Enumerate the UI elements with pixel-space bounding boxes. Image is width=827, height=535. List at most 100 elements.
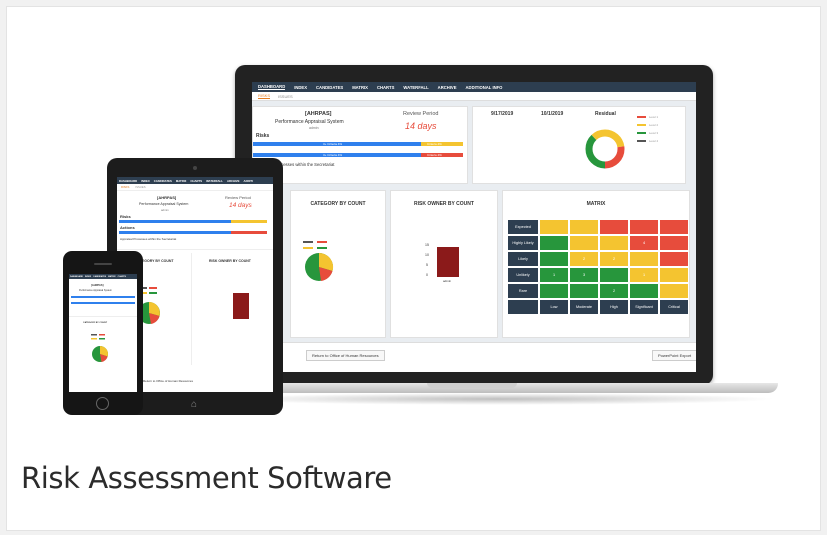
matrix-row-label: Likely	[507, 251, 539, 267]
tablet-risk-bar-b	[231, 220, 267, 223]
matrix-cell[interactable]	[629, 283, 659, 299]
tablet-tab-dashboard[interactable]: DASHBOARD	[119, 179, 137, 183]
matrix-cell[interactable]: 2	[599, 251, 629, 267]
tablet-subtab-issues[interactable]: ISSUES	[135, 185, 145, 189]
matrix-cell[interactable]: 1	[539, 267, 569, 283]
tab-index[interactable]: INDEX	[294, 85, 307, 90]
tablet-home-button[interactable]: ⌂	[187, 398, 201, 410]
tab-additional-info[interactable]: ADDITIONAL INFO	[466, 85, 503, 90]
risk-progress-bar-2b: Criteria 4%	[421, 153, 463, 157]
matrix-cell[interactable]	[599, 219, 629, 235]
matrix-cell[interactable]	[659, 235, 689, 251]
matrix-cell[interactable]	[539, 283, 569, 299]
matrix-row-label: Expected	[507, 219, 539, 235]
laptop-sub-nav: RISKS ISSUES	[252, 92, 696, 101]
tablet-risks-label: Risks	[120, 214, 131, 219]
phone-nav-bar: DASHBOARD INDEX CANDIDATES MATRIX CHARTS	[69, 274, 137, 279]
return-button[interactable]: Return to Office of Human Resources	[306, 350, 385, 361]
tab-matrix[interactable]: MATRIX	[352, 85, 368, 90]
system-owner: admin	[309, 126, 319, 130]
matrix-cell[interactable]	[659, 219, 689, 235]
matrix-cell[interactable]: 1	[629, 267, 659, 283]
matrix-cell[interactable]	[659, 267, 689, 283]
risk-progress-bar-2: 3+ Criteria 4%	[253, 153, 421, 157]
phone-tab-matrix[interactable]: MATRIX	[108, 276, 116, 278]
risk-progress-bar-1b: Criteria 4%	[421, 142, 463, 146]
tab-candidates[interactable]: CANDIDATES	[316, 85, 343, 90]
matrix-col-label: High	[599, 299, 629, 315]
matrix-cell[interactable]: 2	[569, 251, 599, 267]
matrix-cell[interactable]	[629, 251, 659, 267]
tab-waterfall[interactable]: WATERFALL	[403, 85, 428, 90]
matrix-cell[interactable]	[659, 283, 689, 299]
subtab-issues[interactable]: ISSUES	[278, 94, 293, 99]
review-period-value: 14 days	[405, 121, 437, 131]
date-1: 9/17/2019	[491, 111, 514, 117]
tablet-camera	[193, 166, 197, 170]
tablet-tab-charts[interactable]: CHARTS	[190, 179, 202, 183]
residual-label: Residual	[595, 111, 616, 117]
powerpoint-export-button[interactable]: PowerPoint Export	[652, 350, 696, 361]
summary-panel: [AHRPAS] Performance Appraisal System ad…	[252, 106, 468, 184]
owner-title: RISK OWNER BY COUNT	[414, 201, 474, 207]
tablet-subtab-risks[interactable]: RISKS	[121, 185, 129, 189]
owner-y-tick-0: 0	[426, 273, 428, 277]
tablet-review-label: Review Period	[225, 195, 251, 200]
tablet-owner-panel: RISK OWNER BY COUNT	[197, 253, 273, 365]
matrix-cell[interactable]	[569, 283, 599, 299]
tablet-tab-additional[interactable]: ADDITI	[244, 179, 253, 183]
matrix-cell[interactable]: 3	[569, 267, 599, 283]
phone-tab-candidates[interactable]: CANDIDATES	[93, 276, 106, 278]
risks-label: Risks	[256, 133, 270, 139]
matrix-cell[interactable]	[599, 267, 629, 283]
tablet-tab-candidates[interactable]: CANDIDATES	[154, 179, 172, 183]
product-card: DASHBOARD INDEX CANDIDATES MATRIX CHARTS…	[6, 6, 821, 531]
phone-home-button[interactable]	[96, 397, 109, 410]
tablet-tab-archive[interactable]: ARCHIVE	[227, 179, 240, 183]
matrix-col-label: Significant	[629, 299, 659, 315]
category-pie-chart	[303, 241, 334, 281]
matrix-row-label: Unlikely	[507, 267, 539, 283]
tablet-return-button[interactable]: Return to Office of Human Resources	[143, 379, 193, 383]
matrix-cell[interactable]	[569, 219, 599, 235]
matrix-title: MATRIX	[586, 201, 606, 207]
tablet-action-bar-b	[231, 231, 267, 234]
phone-tab-index[interactable]: INDEX	[85, 276, 91, 278]
matrix-cell[interactable]	[539, 219, 569, 235]
owner-y-tick-5: 5	[426, 263, 428, 267]
matrix-cell[interactable]	[629, 219, 659, 235]
tablet-tab-index[interactable]: INDEX	[141, 179, 150, 183]
tablet-tab-matrix[interactable]: MATRIX	[176, 179, 187, 183]
phone-category-title: CATEGORY BY COUNT	[83, 322, 108, 324]
phone-tab-charts[interactable]: CHARTS	[118, 276, 126, 278]
matrix-cell[interactable]	[599, 235, 629, 251]
phone-tab-dashboard[interactable]: DASHBOARD	[70, 276, 83, 278]
tablet-risk-bar	[119, 220, 231, 223]
matrix-row-label: Highly Likely	[507, 235, 539, 251]
tablet-tab-waterfall[interactable]: WATERFALL	[206, 179, 223, 183]
tablet-review-value: 14 days	[229, 202, 252, 209]
phone-system-name: Performance Appraisal System	[79, 289, 112, 292]
laptop-screen: DASHBOARD INDEX CANDIDATES MATRIX CHARTS…	[252, 82, 696, 372]
owner-bar-admin	[437, 247, 459, 277]
tablet-sub-nav: RISKS ISSUES	[117, 184, 273, 191]
matrix-cell[interactable]	[539, 251, 569, 267]
matrix-col-label: Moderate	[569, 299, 599, 315]
phone-risk-bar	[71, 296, 135, 298]
matrix-cell[interactable]	[539, 235, 569, 251]
matrix-cell[interactable]: 4	[629, 235, 659, 251]
tablet-nav-bar: DASHBOARD INDEX CANDIDATES MATRIX CHARTS…	[117, 177, 273, 184]
matrix-cell[interactable]	[659, 251, 689, 267]
matrix-cell[interactable]	[569, 235, 599, 251]
tab-charts[interactable]: CHARTS	[377, 85, 394, 90]
residual-legend: Level 1 Level 2 Level 3 Level 4	[637, 115, 658, 143]
tab-dashboard[interactable]: DASHBOARD	[258, 84, 286, 90]
tablet-owner-title: RISK OWNER BY COUNT	[209, 259, 251, 263]
matrix-row-label: Rare	[507, 283, 539, 299]
phone-device: DASHBOARD INDEX CANDIDATES MATRIX CHARTS…	[63, 251, 143, 415]
risk-progress-bar-1: 3+ Criteria 4%	[253, 142, 421, 146]
residual-panel: 9/17/2019 10/1/2019 Residual Level 1 Lev…	[472, 106, 686, 184]
subtab-risks[interactable]: RISKS	[258, 93, 271, 99]
tab-archive[interactable]: ARCHIVE	[438, 85, 457, 90]
matrix-cell[interactable]: 2	[599, 283, 629, 299]
